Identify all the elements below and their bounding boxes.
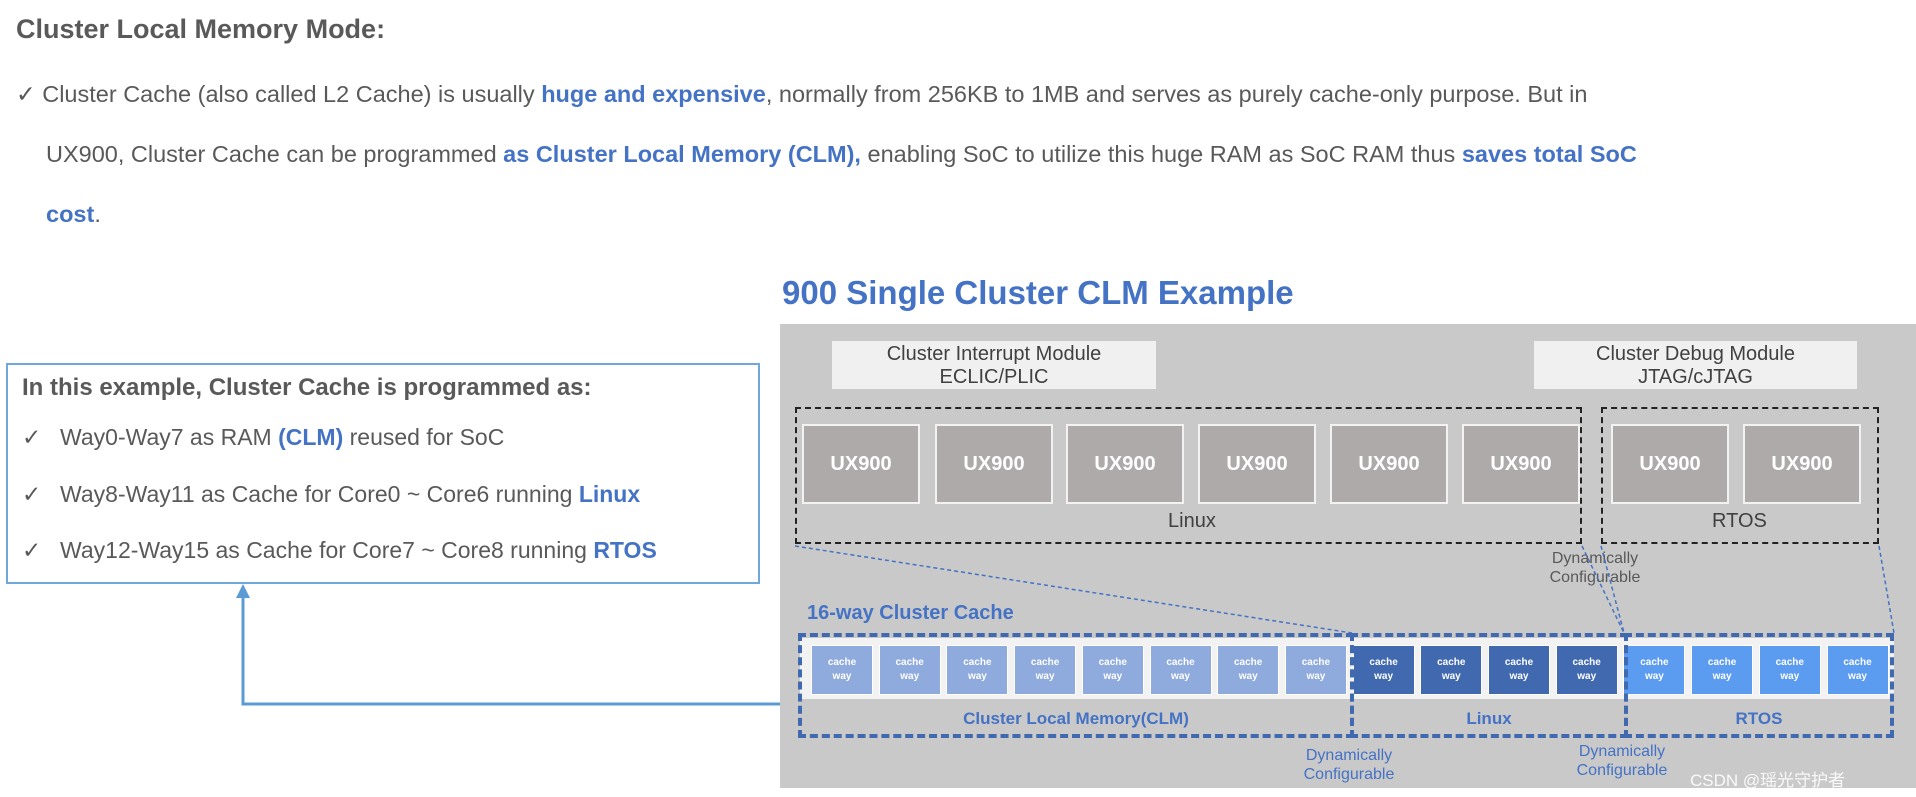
mapping-line [1878,545,1895,634]
note-line: Dynamically [1305,747,1393,764]
mapping-line [1581,545,1625,634]
note-line: Configurable [1576,762,1668,779]
mapping-lines [794,545,1895,634]
note-line: Configurable [1303,766,1395,783]
mapping-line [794,545,1353,634]
mapping-line [1600,545,1625,634]
dynamic-config-note: Dynamically Configurable [1562,742,1682,780]
watermark: CSDN @瑶光守护者 [1690,771,1846,790]
note-line: Dynamically [1578,743,1666,760]
dynamic-config-note: Dynamically Configurable [1289,746,1409,784]
